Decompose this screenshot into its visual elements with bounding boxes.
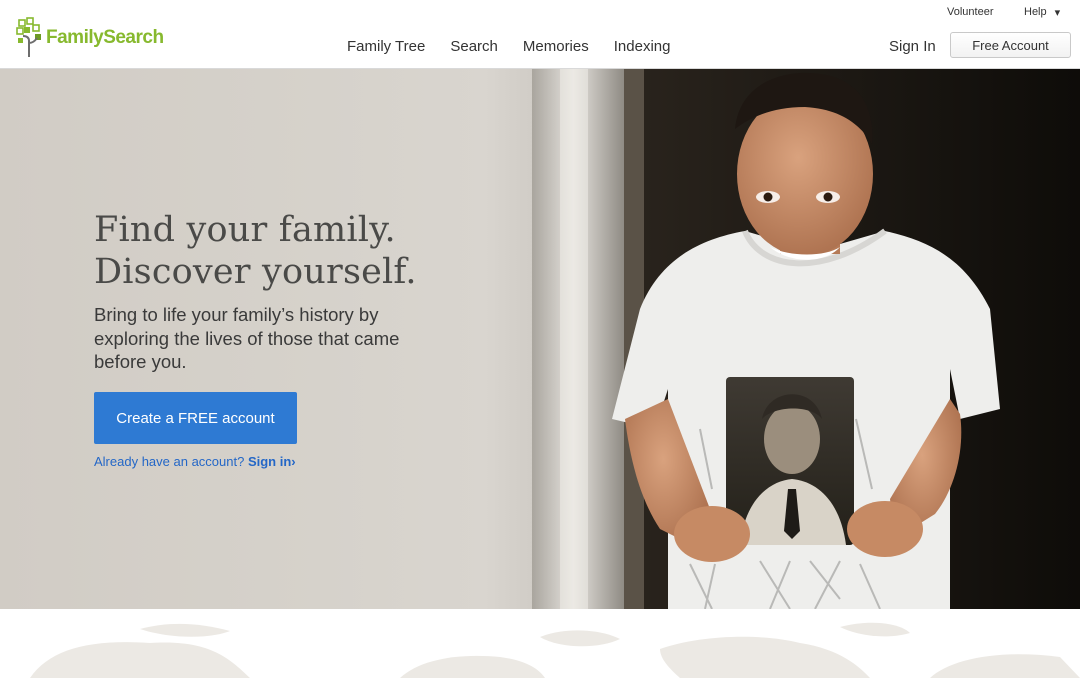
headline-line-1: Find your family.: [94, 210, 396, 250]
help-label: Help: [1024, 6, 1047, 18]
main-nav: Family Tree Search Memories Indexing: [347, 38, 670, 55]
already-have-account: Already have an account? Sign in›: [94, 454, 296, 469]
nav-indexing[interactable]: Indexing: [614, 38, 671, 55]
already-text: Already have an account?: [94, 454, 245, 469]
hero-headline: Find your family. Discover yourself.: [94, 209, 564, 293]
brand-name: FamilySearch: [46, 27, 164, 48]
family-tree-logo-icon: [16, 17, 41, 57]
nav-search[interactable]: Search: [450, 38, 498, 55]
headline-line-2: Discover yourself.: [94, 252, 417, 292]
create-free-account-button[interactable]: Create a FREE account: [94, 392, 297, 444]
hero-sign-in-link[interactable]: Sign in›: [248, 454, 296, 469]
hero-sign-in-label: Sign in: [247, 454, 292, 469]
chevron-right-icon: ›: [291, 454, 296, 469]
world-map-band: [0, 609, 1080, 678]
familysearch-logo[interactable]: FamilySearch: [16, 17, 164, 57]
sign-in-link[interactable]: Sign In: [889, 38, 936, 55]
hero-banner: Find your family. Discover yourself. Bri…: [0, 69, 1080, 609]
nav-family-tree[interactable]: Family Tree: [347, 38, 425, 55]
hero-subhead: Bring to life your family’s history by e…: [94, 304, 400, 372]
free-account-button[interactable]: Free Account: [950, 32, 1071, 58]
volunteer-link[interactable]: Volunteer: [947, 6, 993, 18]
world-map-watermark: [30, 622, 1080, 678]
site-header: FamilySearch Volunteer Help ▾ Family Tre…: [0, 0, 1080, 69]
chevron-down-icon: ▾: [1054, 7, 1061, 19]
help-menu[interactable]: Help ▾: [1024, 6, 1060, 19]
nav-memories[interactable]: Memories: [523, 38, 589, 55]
hero-copy: Find your family. Discover yourself. Bri…: [94, 209, 564, 374]
